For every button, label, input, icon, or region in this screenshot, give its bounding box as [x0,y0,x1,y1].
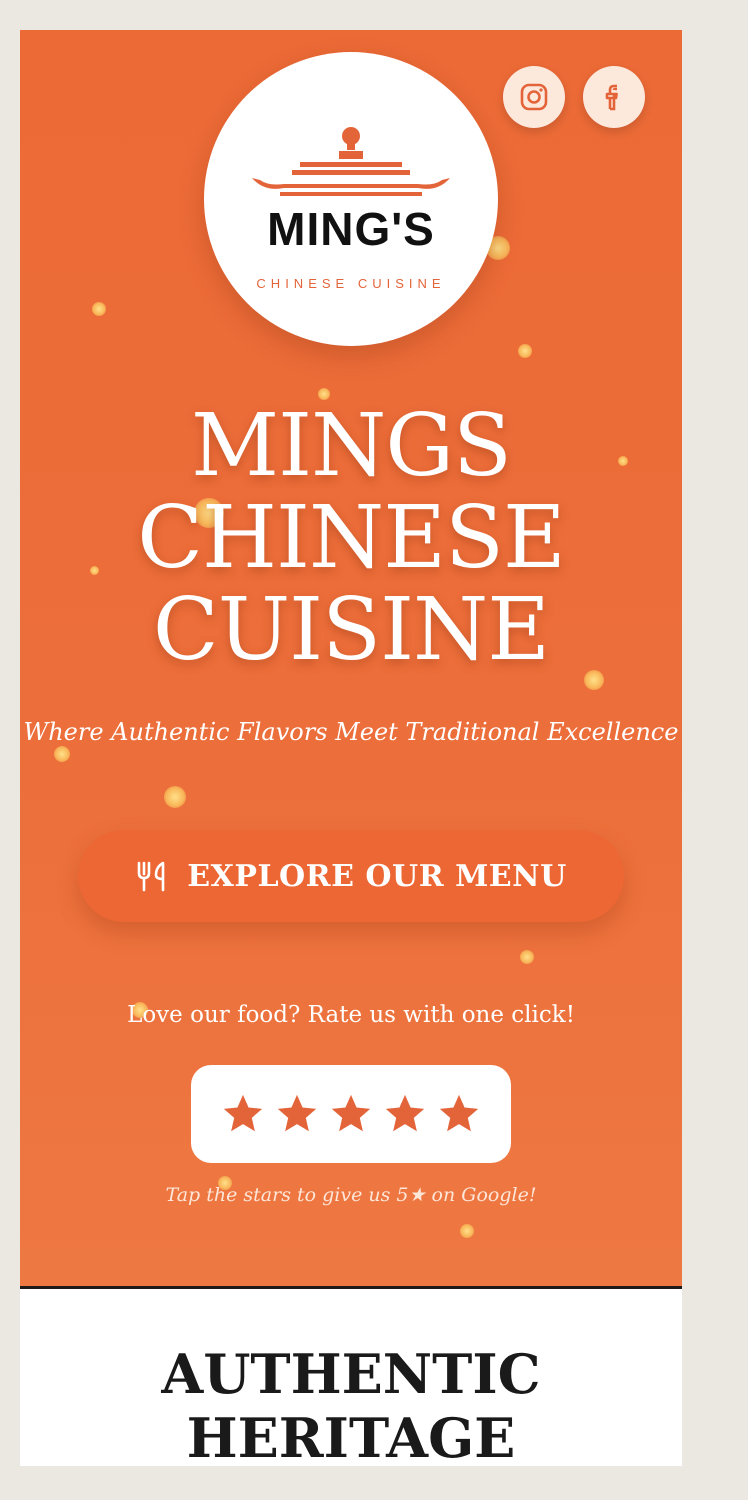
star-icon-4[interactable] [382,1091,428,1137]
rating-hint: Tap the stars to give us 5★ on Google! [165,1184,537,1206]
particle [518,344,532,358]
hero-tagline: Where Authentic Flavors Meet Traditional… [23,718,679,746]
explore-menu-label: EXPLORE OUR MENU [187,858,567,894]
instagram-icon [520,83,548,111]
star-icon-3[interactable] [328,1091,374,1137]
hero-title-line-1: MINGS [191,396,512,496]
logo-subtitle: CHINESE CUISINE [256,276,446,291]
google-rating-stars[interactable] [191,1065,511,1163]
hero-section: MING'S CHINESE CUISINE MINGS CHINESE CUI… [20,30,682,1286]
particle [54,746,70,762]
hero-title-line-2: CHINESE [137,488,566,588]
logo-wordmark: MING'S [267,203,435,255]
fork-knife-icon [135,859,169,893]
star-icon-5[interactable] [436,1091,482,1137]
section-divider [20,1286,682,1289]
particle [164,786,186,808]
particle [460,1224,474,1238]
facebook-icon [605,84,618,111]
hero-title: MINGS CHINESE CUISINE [20,400,682,676]
star-icon-1[interactable] [220,1091,266,1137]
explore-menu-button[interactable]: EXPLORE OUR MENU [78,830,624,922]
page-card: MING'S CHINESE CUISINE MINGS CHINESE CUI… [20,30,682,1466]
hero-title-line-3: CUISINE [152,580,550,680]
section-heading: AUTHENTIC HERITAGE [161,1342,541,1466]
star-icon-2[interactable] [274,1091,320,1137]
facebook-button[interactable] [583,66,645,128]
instagram-button[interactable] [503,66,565,128]
particle [92,302,106,316]
pagoda-icon [252,127,450,196]
rating-prompt: Love our food? Rate us with one click! [127,1002,575,1028]
brand-logo[interactable]: MING'S CHINESE CUISINE [204,52,498,346]
particle [520,950,534,964]
